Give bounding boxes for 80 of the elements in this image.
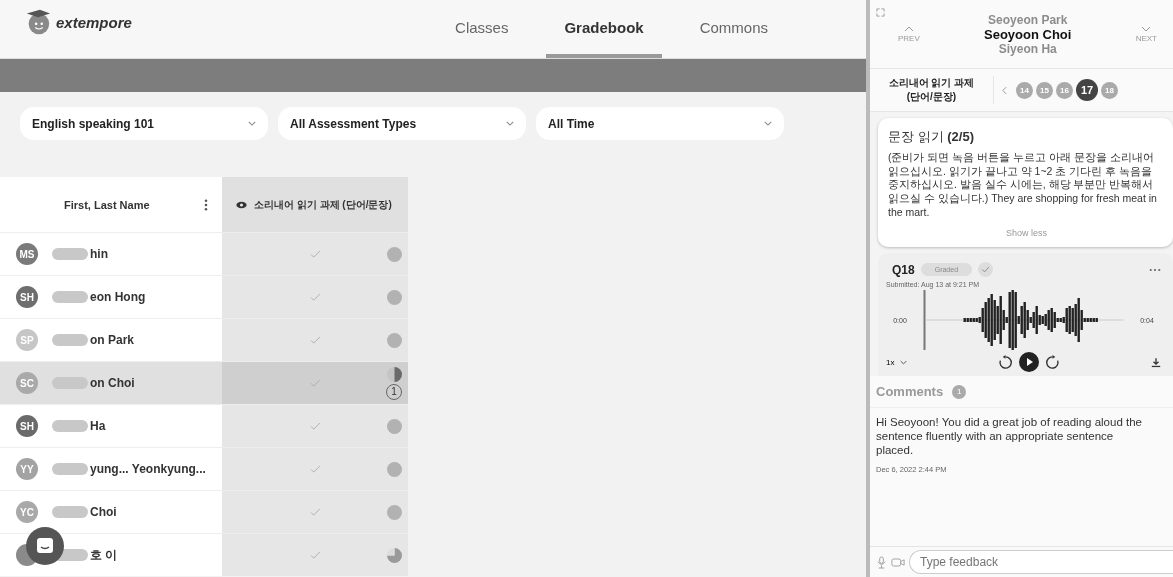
redacted-name-block [52, 334, 88, 346]
expand-icon[interactable] [876, 8, 885, 17]
filter-dropdown[interactable]: English speaking 101 [20, 107, 268, 140]
avatar: YC [16, 501, 38, 523]
chevron-up-icon[interactable] [903, 25, 914, 32]
progress-pie-icon [387, 418, 402, 434]
chevron-down-icon[interactable] [248, 121, 256, 126]
check-circle-icon [978, 262, 994, 278]
student-name-title: Seoyoon Choi [984, 26, 1072, 42]
chevron-down-icon[interactable] [506, 121, 514, 126]
check-icon [310, 508, 321, 516]
next-student-name: Siyeon Ha [998, 41, 1057, 56]
avatar: MS [16, 243, 38, 265]
question-label: Q18 [892, 262, 915, 277]
check-icon [310, 465, 321, 473]
video-camera-icon[interactable] [891, 557, 905, 567]
check-icon [310, 379, 321, 387]
speed-dropdown[interactable]: 1x [886, 357, 908, 367]
check-icon [310, 250, 321, 258]
avatar: SP [16, 329, 38, 351]
avatar: YY [16, 458, 38, 480]
avatar: SC [16, 372, 38, 394]
student-name: hin [90, 247, 108, 261]
progress-pie-icon [387, 246, 402, 262]
filter-dropdown[interactable]: All Time [536, 107, 784, 140]
comments-title: Comments [876, 384, 944, 400]
progress-pie-icon [387, 289, 402, 305]
comment-count-badge: 1 [952, 384, 967, 399]
comment-text: Hi Seoyoon! You did a great job of reading aloud the sentence fluently with an appropriate sentence placed. [876, 416, 1143, 458]
nav-tab[interactable]: Classes [437, 0, 527, 58]
avatar: SH [16, 286, 38, 308]
check-icon [310, 293, 321, 301]
chat-bubble-icon[interactable] [35, 536, 55, 556]
assignment-title: 소리내어 읽기 과제 (단어/문장) [254, 197, 392, 212]
check-icon [310, 336, 321, 344]
redacted-name-block [52, 463, 88, 475]
eye-icon[interactable] [236, 200, 247, 209]
previous-student-name: Seoyeon Park [988, 12, 1068, 27]
assignment-column-header[interactable]: 소리내어 읽기 과제 (단어/문장) [222, 177, 408, 232]
logo-text: extempore [56, 13, 132, 31]
assignment-name: 소리내어 읽기 과제 (단어/문장) [870, 76, 994, 104]
redacted-name-block [52, 248, 88, 260]
student-name: Choi [90, 505, 117, 519]
progress-pie-icon [387, 461, 402, 477]
name-column-title: First, Last Name [64, 198, 150, 211]
more-options-icon[interactable] [204, 198, 208, 211]
student-name: Ha [90, 419, 106, 433]
redacted-name-block [52, 291, 88, 303]
check-icon [310, 551, 321, 559]
chevron-down-icon[interactable] [1141, 25, 1152, 32]
chevron-down-icon[interactable] [764, 121, 772, 126]
microphone-icon[interactable] [876, 555, 887, 569]
progress-pie-icon [387, 332, 402, 348]
student-name: on Choi [90, 376, 135, 390]
progress-pie-icon [386, 366, 402, 382]
progress-pie-icon [387, 504, 402, 520]
previous-page-icon[interactable] [1002, 85, 1007, 95]
redacted-name-block [52, 420, 88, 432]
chevron-down-icon[interactable] [900, 359, 908, 365]
avatar: SH [16, 415, 38, 437]
prompt-title: 문장 읽기 (2/5) [888, 128, 975, 146]
forward-icon[interactable] [1045, 354, 1061, 370]
download-icon[interactable] [1151, 356, 1161, 368]
student-name: yung... Yeonkyung... [90, 462, 206, 476]
progress-pie-icon [387, 547, 402, 563]
rewind-icon[interactable] [998, 354, 1014, 370]
filter-dropdown[interactable]: All Assessment Types [278, 107, 526, 140]
feedback-input[interactable]: Type feedback [909, 550, 1173, 574]
question-number[interactable]: 17 [1076, 79, 1098, 101]
student-name: on Park [90, 333, 134, 347]
nav-tab[interactable]: Commons [681, 0, 786, 58]
student-name: eon Hong [90, 290, 146, 304]
check-icon [310, 422, 321, 430]
more-options-icon[interactable] [1149, 267, 1161, 272]
prompt-text: (준비가 되면 녹음 버튼을 누르고 아래 문장을 소리내어 읽으십시오. 읽기가 끝나고 약 1~2 초 기다린 후 녹음을 중지하십시오. 발음 실수 시에는, 해당 부분만 반복해서 읽으실 수 있습니다.) They are shopping for fresh meat in the mart. [888, 151, 1158, 220]
redacted-name-block [52, 506, 88, 518]
mascot-logo-icon [24, 8, 52, 36]
play-icon[interactable] [1019, 352, 1040, 373]
redacted-name-block [52, 377, 88, 389]
student-name: 호 이 [90, 546, 118, 564]
